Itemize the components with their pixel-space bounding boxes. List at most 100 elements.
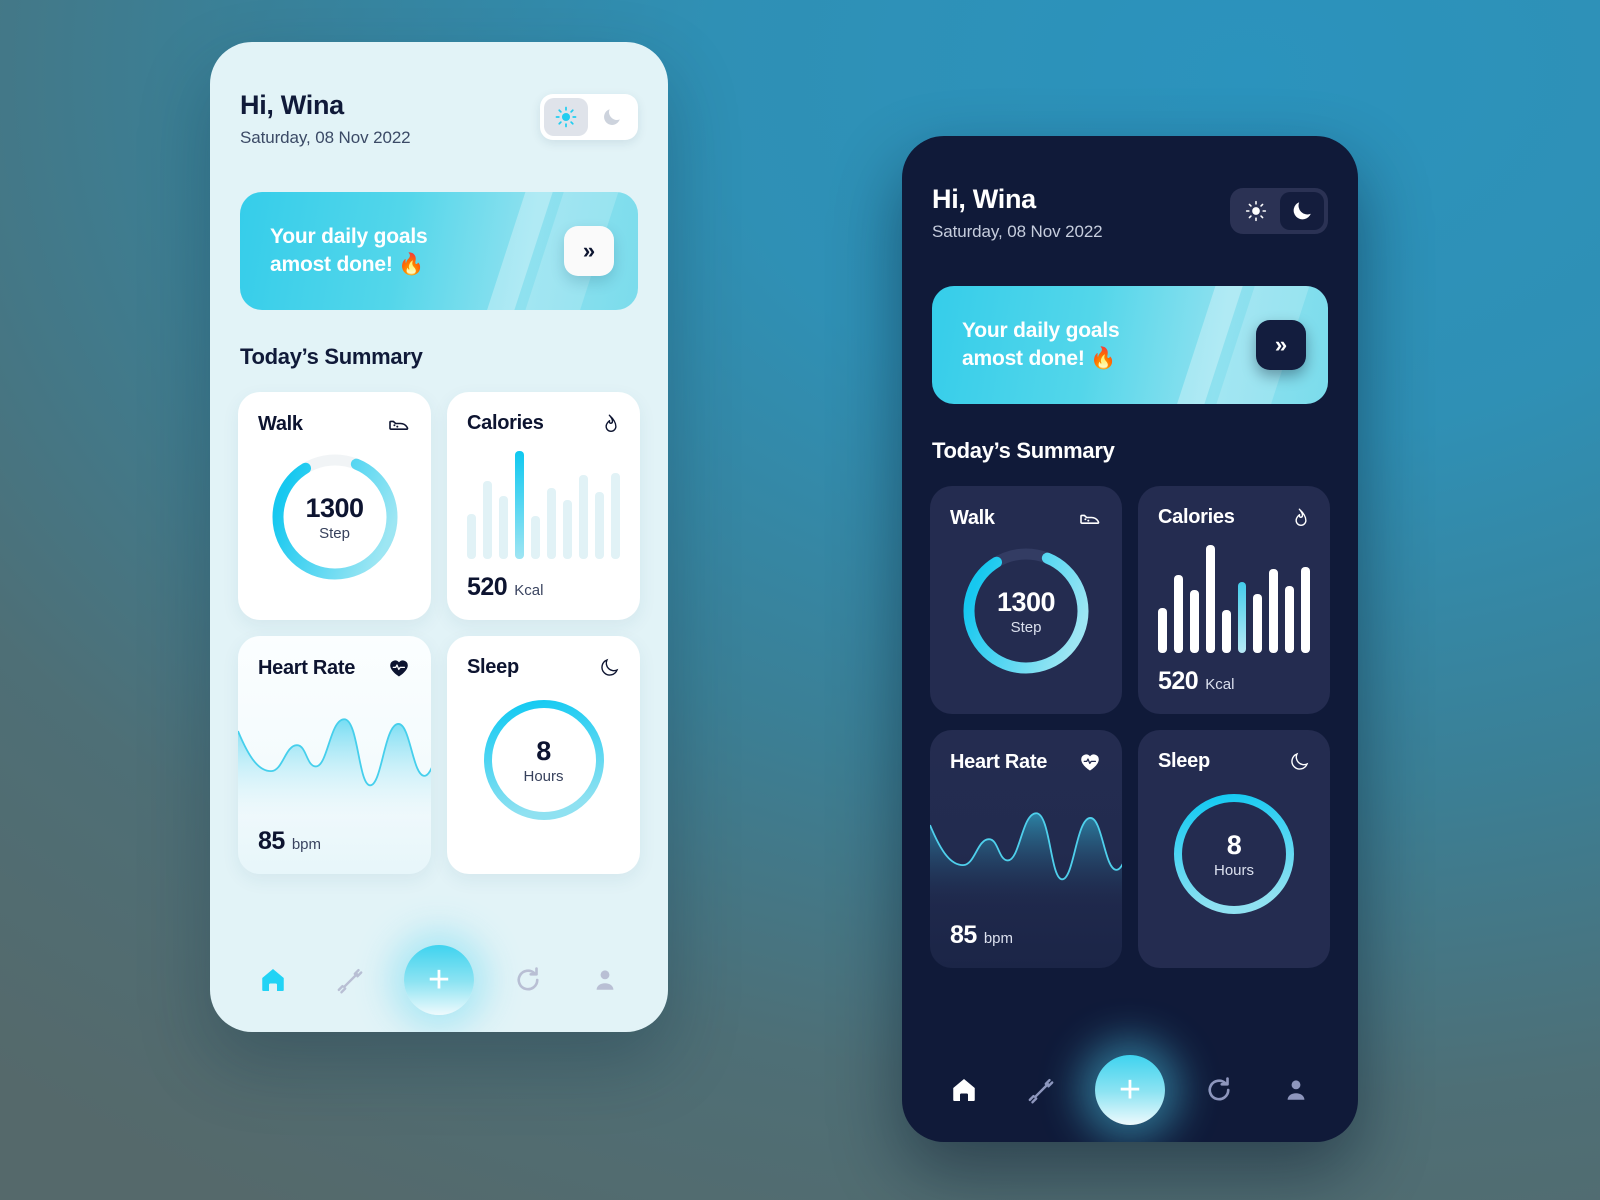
bar: [1269, 568, 1279, 653]
greeting-text: Hi, Wina: [240, 90, 344, 120]
calories-bar-chart-light: [447, 451, 640, 559]
card-walk-light[interactable]: Walk 1300 Step: [238, 392, 431, 620]
bottom-nav-dark: +: [902, 1038, 1358, 1142]
card-calories-dark[interactable]: Calories 520 Kcal: [1138, 486, 1330, 714]
walk-value: 1300: [305, 492, 364, 523]
sun-icon: [1245, 200, 1267, 222]
calories-metric: 520 Kcal: [447, 573, 640, 602]
card-calories-header: Calories: [447, 392, 640, 435]
bar: [499, 496, 508, 559]
nav-history-light[interactable]: [505, 957, 551, 1003]
bar: [563, 499, 572, 559]
sleep-unit: Hours: [1213, 861, 1254, 879]
bar-highlight: [515, 451, 524, 559]
nav-history-dark[interactable]: [1196, 1067, 1242, 1113]
heart-unit: bpm: [291, 836, 321, 853]
banner-line-2: amost done! 🔥: [270, 253, 425, 276]
theme-toggle-sun-button[interactable]: [544, 98, 588, 136]
card-walk-title: Walk: [258, 412, 303, 435]
banner-next-button[interactable]: »: [564, 226, 614, 276]
person-icon: [1287, 1080, 1304, 1100]
sleep-value: 8: [536, 735, 551, 766]
card-sleep-dark[interactable]: Sleep 8 Hours: [1138, 730, 1330, 968]
heart-metric: 85 bpm: [238, 827, 341, 856]
bar: [1189, 590, 1199, 653]
nav-home-dark[interactable]: [941, 1067, 987, 1113]
walk-ring-center: 1300 Step: [997, 587, 1056, 636]
heart-metric: 85 bpm: [930, 921, 1033, 950]
theme-toggle-sun-button[interactable]: [1234, 192, 1278, 230]
refresh-icon: [1208, 1077, 1230, 1101]
nav-home-light[interactable]: [250, 957, 296, 1003]
nav-profile-light[interactable]: [582, 957, 628, 1003]
moon-icon: [1291, 752, 1309, 770]
bar: [1301, 566, 1311, 653]
bar: [483, 481, 492, 559]
bar: [1221, 609, 1231, 653]
theme-toggle-light[interactable]: [540, 94, 638, 140]
walk-ring-center: 1300 Step: [305, 492, 364, 542]
card-sleep-title: Sleep: [467, 656, 519, 678]
card-sleep-light[interactable]: Sleep 8 Hours: [447, 636, 640, 874]
home-icon: [261, 969, 284, 991]
sleep-ring-center: 8 Hours: [1214, 830, 1254, 879]
refresh-icon: [517, 967, 539, 991]
nav-workout-dark[interactable]: [1018, 1067, 1064, 1113]
bar: [1205, 545, 1215, 653]
heart-value: 85: [950, 921, 977, 949]
banner-next-button[interactable]: »: [1256, 320, 1306, 370]
greeting-text: Hi, Wina: [932, 184, 1036, 214]
greeting-block: Hi, Wina Saturday, 08 Nov 2022: [240, 90, 411, 148]
card-walk-dark[interactable]: Walk 1300 Step: [930, 486, 1122, 714]
dumbbell-icon: [1028, 1078, 1054, 1104]
theme-toggle-dark[interactable]: [1230, 188, 1328, 234]
walk-unit: Step: [319, 524, 350, 542]
nav-add-button-light[interactable]: +: [403, 945, 474, 1015]
walk-progress-ring: 1300 Step: [238, 442, 431, 592]
bottom-nav-light: +: [210, 928, 668, 1032]
card-heart-title: Heart Rate: [258, 656, 356, 679]
summary-grid-light: Walk 1300 Step Calories 520 Kcal Heart R…: [210, 392, 668, 874]
nav-profile-dark[interactable]: [1273, 1067, 1319, 1113]
walk-unit: Step: [1010, 618, 1042, 636]
card-calories-light[interactable]: Calories 520 Kcal: [447, 392, 640, 620]
calories-metric: 520 Kcal: [1138, 667, 1330, 696]
moon-icon: [601, 658, 619, 676]
sleep-unit: Hours: [523, 767, 564, 785]
calories-unit: Kcal: [514, 582, 544, 599]
theme-toggle-moon-button[interactable]: [1280, 192, 1324, 230]
card-sleep-header: Sleep: [1138, 730, 1330, 773]
banner-line-1: Your daily goals: [962, 319, 1120, 343]
header-light: Hi, Wina Saturday, 08 Nov 2022: [210, 42, 668, 148]
moon-icon: [1293, 202, 1311, 220]
heart-value: 85: [258, 827, 285, 855]
card-heart-header: Heart Rate: [930, 730, 1122, 774]
bar: [547, 487, 556, 559]
card-heart-rate-dark[interactable]: Heart Rate 85 bpm: [930, 730, 1122, 968]
person-icon: [596, 970, 614, 990]
summary-grid-dark: Walk 1300 Step Calories 520 Kcal Heart R…: [902, 486, 1358, 968]
section-title-light: Today’s Summary: [240, 344, 423, 369]
dumbbell-icon: [337, 968, 363, 994]
bar-highlight: [1237, 581, 1247, 653]
shoe-icon: [389, 420, 409, 430]
sleep-value: 8: [1226, 829, 1242, 860]
theme-toggle-moon-button[interactable]: [590, 98, 634, 136]
sleep-progress-ring: 8 Hours: [1138, 779, 1330, 929]
sleep-progress-ring: 8 Hours: [447, 685, 640, 835]
home-icon: [953, 1079, 976, 1101]
bar: [595, 492, 604, 559]
card-heart-rate-light[interactable]: Heart Rate 85 bpm: [238, 636, 431, 874]
nav-add-button-dark[interactable]: +: [1094, 1055, 1165, 1125]
daily-goals-banner-dark[interactable]: Your daily goals amost done! 🔥 »: [932, 286, 1328, 404]
card-calories-title: Calories: [467, 412, 544, 434]
bar: [467, 513, 476, 559]
nav-workout-light[interactable]: [327, 957, 373, 1003]
calories-value: 520: [1158, 667, 1199, 695]
banner-text-block: Your daily goals amost done! 🔥: [962, 317, 1120, 372]
daily-goals-banner-light[interactable]: Your daily goals amost done! 🔥 »: [240, 192, 638, 310]
bar: [1253, 593, 1263, 653]
phone-dark-theme: Hi, Wina Saturday, 08 Nov 2022 Your dail…: [902, 136, 1358, 1142]
date-text: Saturday, 08 Nov 2022: [240, 128, 411, 147]
bar: [1173, 575, 1183, 653]
